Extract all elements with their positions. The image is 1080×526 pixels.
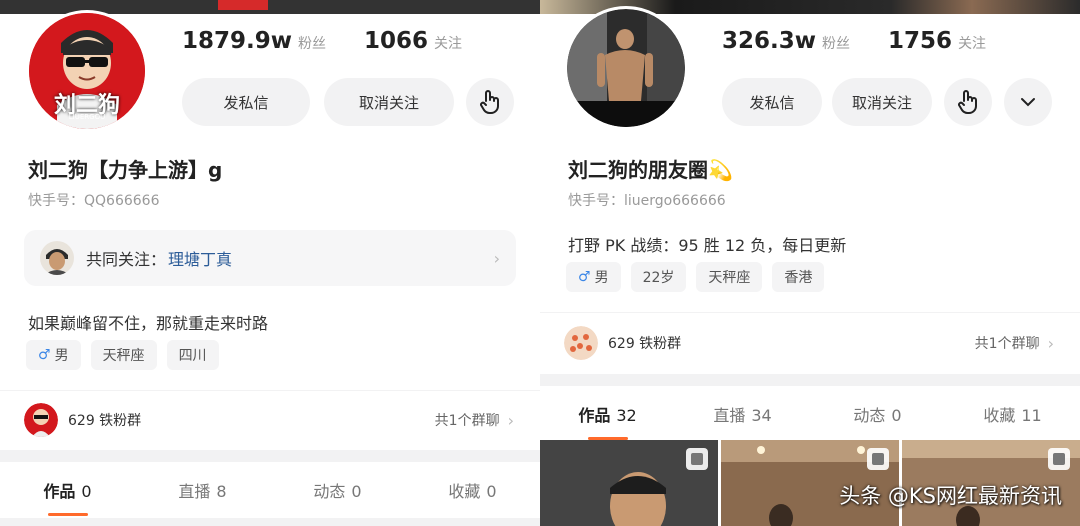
unfollow-button[interactable]: 取消关注 xyxy=(832,78,932,126)
tab-count: 0 xyxy=(486,482,497,501)
tag-constellation: 天秤座 xyxy=(90,340,157,370)
male-icon: ♂ xyxy=(578,269,591,285)
left-profile: 刘二狗 LIUERGOU 1879.9w 粉丝 1066 关注 发私信 取消关注… xyxy=(0,0,540,526)
following-label: 关注 xyxy=(434,36,463,52)
stats: 326.3w 粉丝 1756 关注 xyxy=(722,28,1024,60)
tab-label: 作品 xyxy=(578,406,611,425)
tab-count: 0 xyxy=(81,482,92,501)
mutual-name[interactable]: 理塘丁真 xyxy=(168,246,232,270)
tab-count: 0 xyxy=(351,482,362,501)
fan-group-row[interactable]: 629 铁粉群 共1个群聊 › xyxy=(540,317,1080,369)
right-profile: 326.3w 粉丝 1756 关注 发私信 取消关注 刘二狗的朋友圈💫 快手号：… xyxy=(540,0,1080,526)
sparkle-emoji: 💫 xyxy=(708,158,733,182)
video-thumbnail[interactable] xyxy=(540,440,718,526)
followers-count[interactable]: 1879.9w xyxy=(182,28,292,54)
message-button[interactable]: 发私信 xyxy=(722,78,822,126)
unfollow-button[interactable]: 取消关注 xyxy=(324,78,454,126)
divider xyxy=(0,390,540,391)
fan-group-text: 629 铁粉群 xyxy=(608,336,682,352)
tab-count: 8 xyxy=(216,482,227,501)
group-chat-count: 共1个群聊 xyxy=(434,413,500,429)
tag-age: 22岁 xyxy=(630,262,687,292)
mutual-label: 共同关注： xyxy=(86,250,167,269)
kuaishou-id[interactable]: 快手号：QQ666666 xyxy=(28,190,159,210)
hand-button[interactable] xyxy=(944,78,992,126)
avatar-photo xyxy=(567,9,685,127)
tab-label: 动态 xyxy=(853,406,886,425)
tab-live[interactable]: 直播 8 xyxy=(135,478,270,502)
followers-count[interactable]: 326.3w xyxy=(722,28,816,54)
tag-gender-text: 男 xyxy=(594,270,609,286)
kuaishou-id[interactable]: 快手号：liuergo666666 xyxy=(568,190,726,210)
tab-label: 作品 xyxy=(43,482,76,501)
followers-label: 粉丝 xyxy=(822,36,850,52)
profile-tags: ♂ 男 天秤座 四川 xyxy=(26,340,219,370)
mutual-follow-row[interactable]: 共同关注： 理塘丁真 › xyxy=(24,230,516,286)
tag-gender: ♂ 男 xyxy=(566,262,621,292)
fan-group-avatar xyxy=(24,403,58,437)
tab-favorites[interactable]: 收藏 0 xyxy=(405,478,540,502)
section-gap xyxy=(540,374,1080,386)
watermark: 头条 @KS网红最新资讯 xyxy=(839,484,1062,508)
tab-label: 直播 xyxy=(178,482,211,501)
profile-bio: 打野 PK 战绩：95 胜 12 负，每日更新 xyxy=(568,236,847,255)
fan-group-row[interactable]: 629 铁粉群 共1个群聊 › xyxy=(0,394,540,446)
following-count[interactable]: 1066 xyxy=(364,28,428,54)
tag-location: 四川 xyxy=(166,340,219,370)
following-count[interactable]: 1756 xyxy=(888,28,952,54)
following-label: 关注 xyxy=(958,36,987,52)
section-gap xyxy=(0,450,540,462)
tag-location: 香港 xyxy=(772,262,825,292)
message-button[interactable]: 发私信 xyxy=(182,78,310,126)
hand-icon xyxy=(480,90,499,114)
tab-label: 收藏 xyxy=(983,406,1016,425)
content-tabs: 作品 32 直播 34 动态 0 收藏 11 xyxy=(540,386,1080,442)
tab-label: 收藏 xyxy=(448,482,481,501)
more-button[interactable] xyxy=(1004,78,1052,126)
profile-name-text: 刘二狗的朋友圈 xyxy=(568,158,708,182)
chevron-right-icon: › xyxy=(1047,333,1054,353)
tag-constellation: 天秤座 xyxy=(696,262,763,292)
tab-works[interactable]: 作品 32 xyxy=(540,402,675,426)
fan-group-count: 共1个群聊 › xyxy=(435,410,514,430)
hand-button[interactable] xyxy=(466,78,514,126)
tab-moments[interactable]: 动态 0 xyxy=(810,402,945,426)
followers-label: 粉丝 xyxy=(298,36,327,52)
profile-name: 刘二狗的朋友圈💫 xyxy=(568,154,733,183)
group-chat-count: 共1个群聊 xyxy=(974,336,1040,352)
profile-name: 刘二狗【力争上游】g xyxy=(28,158,223,182)
content-tabs: 作品 0 直播 8 动态 0 收藏 0 xyxy=(0,462,540,518)
tab-works[interactable]: 作品 0 xyxy=(0,478,135,502)
hand-icon xyxy=(958,90,977,114)
tag-gender-text: 男 xyxy=(54,348,69,364)
avatar-subtitle: LIUERGOU xyxy=(68,113,106,121)
bottom-gap xyxy=(0,518,540,526)
chevron-right-icon: › xyxy=(507,410,514,430)
fan-group-count: 共1个群聊 › xyxy=(975,333,1054,353)
profile-tags: ♂ 男 22岁 天秤座 香港 xyxy=(566,262,825,292)
stats: 1879.9w 粉丝 1066 关注 xyxy=(182,28,500,60)
fan-group-avatar xyxy=(564,326,598,360)
mutual-avatar xyxy=(40,241,74,275)
tab-favorites[interactable]: 收藏 11 xyxy=(945,402,1080,426)
tab-live[interactable]: 直播 34 xyxy=(675,402,810,426)
tag-gender: ♂ 男 xyxy=(26,340,81,370)
profile-bio: 如果巅峰留不住，那就重走来时路 xyxy=(28,314,269,333)
chevron-right-icon: › xyxy=(493,248,500,268)
fan-group-text: 629 铁粉群 xyxy=(68,413,142,429)
tab-moments[interactable]: 动态 0 xyxy=(270,478,405,502)
tab-count: 34 xyxy=(751,406,772,425)
chevron-down-icon xyxy=(1021,98,1035,107)
tab-count: 0 xyxy=(891,406,902,425)
tab-label: 直播 xyxy=(713,406,746,425)
tab-count: 11 xyxy=(1021,406,1042,425)
tab-count: 32 xyxy=(616,406,637,425)
avatar[interactable]: 刘二狗 LIUERGOU xyxy=(26,10,148,132)
divider xyxy=(540,312,1080,313)
male-icon: ♂ xyxy=(38,347,51,363)
avatar[interactable] xyxy=(564,6,688,130)
tab-label: 动态 xyxy=(313,482,346,501)
